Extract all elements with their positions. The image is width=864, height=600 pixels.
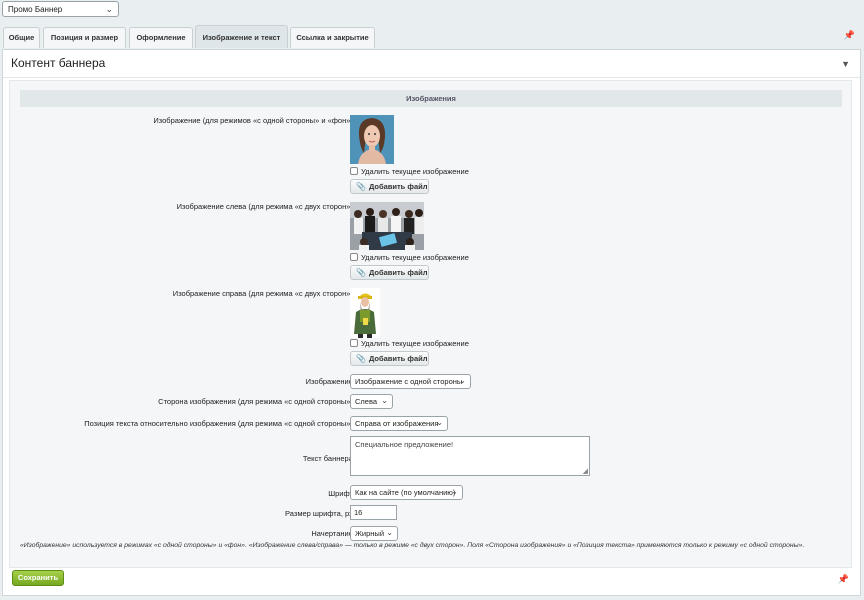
- font-size-input[interactable]: 16: [350, 505, 397, 520]
- panel-title: Контент баннера: [11, 56, 106, 70]
- tab-image-text[interactable]: Изображение и текст: [195, 25, 288, 48]
- tab-general[interactable]: Общие: [3, 27, 40, 48]
- font-style-label: Начертание:: [311, 529, 355, 538]
- paperclip-icon: 📎: [356, 182, 366, 191]
- checkbox[interactable]: [350, 253, 358, 261]
- font-style-select[interactable]: Жирный ⌄: [350, 526, 398, 541]
- tab-design[interactable]: Оформление: [129, 27, 193, 48]
- image-side-label: Сторона изображения (для режима «с одной…: [158, 397, 355, 406]
- divider: [3, 77, 860, 78]
- text-position-label: Позиция текста относительно изображения …: [84, 419, 355, 428]
- content-panel: Контент баннера ▼ Изображения Изображени…: [2, 49, 861, 596]
- profile-select-value: Промо Баннер: [8, 5, 63, 14]
- left-image-add-button[interactable]: 📎 Добавить файл: [350, 265, 429, 280]
- left-image-delete[interactable]: Удалить текущее изображение: [350, 253, 469, 262]
- chevron-down-icon: ⌄: [105, 4, 113, 14]
- font-size-label: Размер шрифта, px:: [285, 509, 355, 518]
- banner-text-label: Текст баннера:: [302, 454, 355, 463]
- right-image-add-button[interactable]: 📎 Добавить файл: [350, 351, 429, 366]
- help-note: «Изображение» используется в режимах «с …: [20, 542, 805, 549]
- chevron-down-icon: ⌄: [451, 487, 458, 496]
- chevron-down-icon: ⌄: [436, 418, 443, 427]
- save-button[interactable]: Сохранить: [12, 570, 64, 586]
- tab-link-close[interactable]: Ссылка и закрытие: [290, 27, 375, 48]
- right-image-label: Изображение справа (для режима «с двух с…: [172, 289, 355, 298]
- main-image-thumbnail: [350, 115, 394, 164]
- image-mode-label: Изображение:: [305, 377, 355, 386]
- main-image-delete[interactable]: Удалить текущее изображение: [350, 167, 469, 176]
- resize-grip-icon[interactable]: ◢: [583, 467, 588, 475]
- paperclip-icon: 📎: [356, 268, 366, 277]
- checkbox[interactable]: [350, 167, 358, 175]
- text-position-select[interactable]: Справа от изображения ⌄: [350, 416, 448, 431]
- image-mode-select[interactable]: Изображение с одной стороны ⌄: [350, 374, 471, 389]
- banner-text-input[interactable]: Специальное предложение! ◢: [350, 436, 590, 476]
- right-image-delete[interactable]: Удалить текущее изображение: [350, 339, 469, 348]
- pin-icon[interactable]: 📌: [844, 30, 855, 41]
- chevron-down-icon: ⌄: [459, 376, 466, 385]
- chevron-down-icon: ⌄: [386, 528, 393, 537]
- pin-icon[interactable]: 📌: [838, 574, 849, 585]
- form-area: Изображения Изображение (для режимов «с …: [9, 80, 852, 568]
- main-image-label: Изображение (для режимов «с одной сторон…: [153, 116, 355, 125]
- paperclip-icon: 📎: [356, 354, 366, 363]
- section-title: Изображения: [20, 90, 842, 107]
- image-side-select[interactable]: Слева ⌄: [350, 394, 393, 409]
- left-image-label: Изображение слева (для режима «с двух ст…: [176, 202, 355, 211]
- collapse-icon[interactable]: ▼: [841, 59, 850, 69]
- profile-select[interactable]: Промо Баннер ⌄: [2, 1, 119, 17]
- right-image-thumbnail: [350, 288, 380, 338]
- font-select[interactable]: Как на сайте (по умолчанию) ⌄: [350, 485, 463, 500]
- main-image-add-button[interactable]: 📎 Добавить файл: [350, 179, 429, 194]
- chevron-down-icon: ⌄: [381, 396, 388, 405]
- checkbox[interactable]: [350, 339, 358, 347]
- left-image-thumbnail: [350, 202, 424, 250]
- tab-position-size[interactable]: Позиция и размер: [43, 27, 126, 48]
